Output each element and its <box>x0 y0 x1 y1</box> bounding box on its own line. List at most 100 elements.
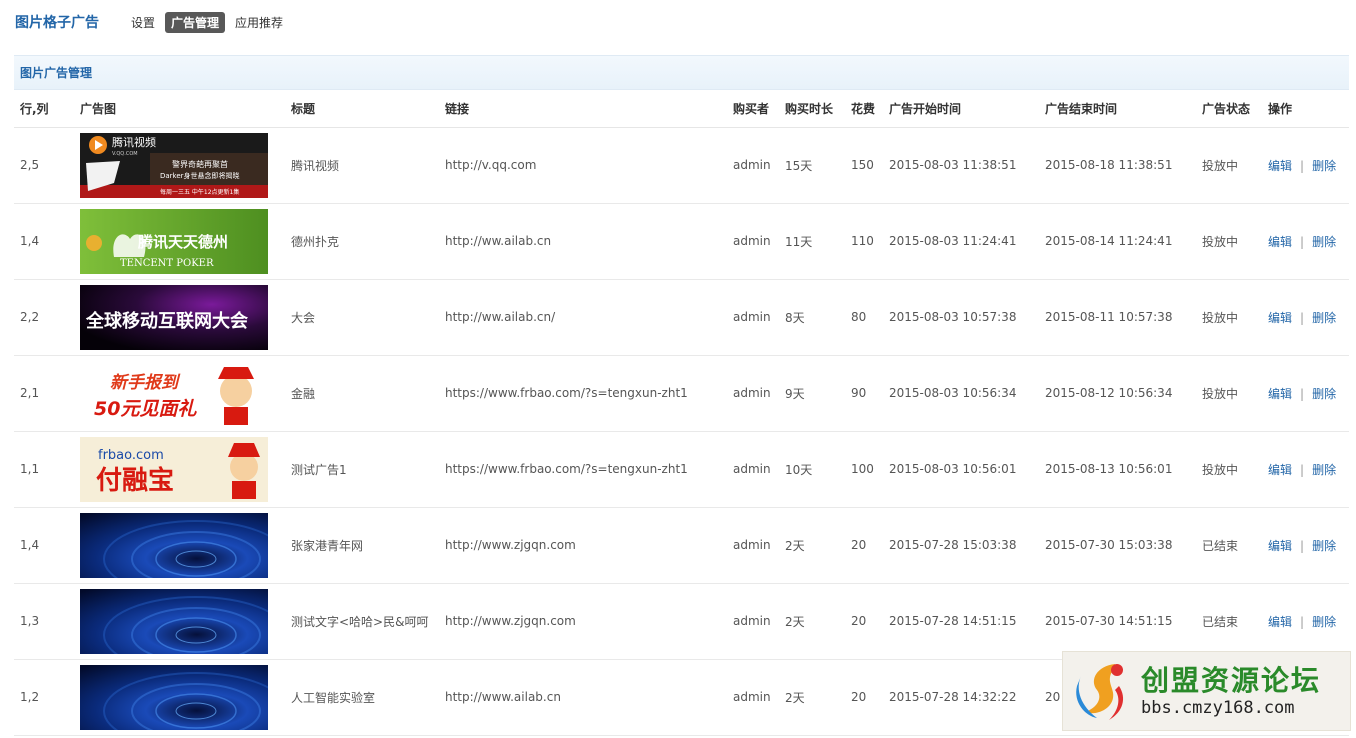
tab-app-recommend[interactable]: 应用推荐 <box>229 12 289 33</box>
op-separator: | <box>1300 386 1305 401</box>
cell-cost: 20 <box>845 583 883 660</box>
cell-start-time: 2015-08-03 11:24:41 <box>883 203 1039 280</box>
edit-link[interactable]: 编辑 <box>1268 539 1292 553</box>
cell-image <box>74 583 285 660</box>
edit-link[interactable]: 编辑 <box>1268 387 1292 401</box>
col-header-status: 广告状态 <box>1196 91 1262 128</box>
cell-duration: 11天 <box>779 203 845 280</box>
cell-end-time: 2015-07-30 14:51:15 <box>1039 583 1196 660</box>
thumb-text: Darker身世悬念即将揭晓 <box>160 171 240 180</box>
delete-link[interactable]: 删除 <box>1312 387 1336 401</box>
delete-link[interactable]: 删除 <box>1312 615 1336 629</box>
table-row: 2,1 新手报到 50元见面礼 金融 https://www.frbao.com… <box>14 355 1349 432</box>
op-separator: | <box>1300 614 1305 629</box>
delete-link[interactable]: 删除 <box>1312 159 1336 173</box>
cell-buyer: admin <box>727 279 779 356</box>
edit-link[interactable]: 编辑 <box>1268 311 1292 325</box>
cell-actions: 编辑 | 删除 <box>1262 431 1349 508</box>
cell-title: 德州扑克 <box>285 203 439 280</box>
table-row: 1,4 张家港青年网 http://www.zjgqn.com admin 2天… <box>14 507 1349 584</box>
cell-duration: 8天 <box>779 279 845 356</box>
cell-duration: 15天 <box>779 127 845 204</box>
table-header-row: 行,列 广告图 标题 链接 购买者 购买时长 花费 广告开始时间 广告结束时间 … <box>14 91 1349 128</box>
watermark-url: bbs.cmzy168.com <box>1141 698 1295 718</box>
cell-status: 投放中 <box>1196 127 1262 204</box>
cell-buyer: admin <box>727 583 779 660</box>
edit-link[interactable]: 编辑 <box>1268 159 1292 173</box>
cell-cost: 100 <box>845 431 883 508</box>
edit-link[interactable]: 编辑 <box>1268 235 1292 249</box>
section-title: 图片广告管理 <box>20 66 93 80</box>
cell-link: http://www.zjgqn.com <box>439 583 727 660</box>
cell-actions: 编辑 | 删除 <box>1262 127 1349 204</box>
cell-link: http://ww.ailab.cn/ <box>439 279 727 356</box>
col-header-buyer: 购买者 <box>727 91 779 128</box>
delete-link[interactable]: 删除 <box>1312 539 1336 553</box>
cell-image: 腾讯天天德州 TENCENT POKER <box>74 203 285 280</box>
op-separator: | <box>1300 538 1305 553</box>
thumb-text: 付融宝 <box>96 465 174 496</box>
thumb-text: V.QQ.COM <box>112 151 138 157</box>
delete-link[interactable]: 删除 <box>1312 311 1336 325</box>
watermark-banner: 创盟资源论坛 bbs.cmzy168.com <box>1062 651 1351 731</box>
cell-cost: 80 <box>845 279 883 356</box>
cell-status: 投放中 <box>1196 203 1262 280</box>
top-nav: 图片格子广告 设置 广告管理 应用推荐 <box>15 11 293 33</box>
watermark-title: 创盟资源论坛 <box>1141 664 1322 697</box>
cell-actions: 编辑 | 删除 <box>1262 279 1349 356</box>
col-header-cost: 花费 <box>845 91 883 128</box>
cell-status: 投放中 <box>1196 355 1262 432</box>
thumb-text: TENCENT POKER <box>120 258 214 269</box>
col-header-end-time: 广告结束时间 <box>1039 91 1196 128</box>
app-root: 图片格子广告 设置 广告管理 应用推荐 图片广告管理 行,列 广告图 标题 链接… <box>0 0 1356 738</box>
cell-start-time: 2015-08-03 10:57:38 <box>883 279 1039 356</box>
cell-position: 2,5 <box>14 127 74 204</box>
cell-actions: 编辑 | 删除 <box>1262 507 1349 584</box>
edit-link[interactable]: 编辑 <box>1268 463 1292 477</box>
cell-duration: 9天 <box>779 355 845 432</box>
tab-ad-management[interactable]: 广告管理 <box>165 11 226 33</box>
cell-duration: 2天 <box>779 583 845 660</box>
cell-title: 测试广告1 <box>285 431 439 508</box>
op-separator: | <box>1300 158 1305 173</box>
ad-thumbnail: frbao.com 付融宝 <box>80 436 268 502</box>
op-separator: | <box>1300 310 1305 325</box>
cell-end-time: 2015-08-18 11:38:51 <box>1039 127 1196 204</box>
cell-end-time: 2015-08-13 10:56:01 <box>1039 431 1196 508</box>
col-header-actions: 操作 <box>1262 91 1349 128</box>
cell-end-time: 2015-08-11 10:57:38 <box>1039 279 1196 356</box>
cell-position: 2,1 <box>14 355 74 432</box>
ad-thumbnail <box>80 664 268 730</box>
cell-buyer: admin <box>727 659 779 736</box>
delete-link[interactable]: 删除 <box>1312 235 1336 249</box>
edit-link[interactable]: 编辑 <box>1268 615 1292 629</box>
cell-start-time: 2015-07-28 14:32:22 <box>883 659 1039 736</box>
col-header-link: 链接 <box>439 91 727 128</box>
cell-position: 1,2 <box>14 659 74 736</box>
cell-position: 1,4 <box>14 203 74 280</box>
table-row: 1,1 frbao.com 付融宝 测试广告1 https://www.frba… <box>14 431 1349 508</box>
cell-duration: 2天 <box>779 507 845 584</box>
cell-start-time: 2015-08-03 11:38:51 <box>883 127 1039 204</box>
cell-buyer: admin <box>727 507 779 584</box>
thumb-text: 警界奇葩再聚首 <box>172 159 228 169</box>
op-separator: | <box>1300 234 1305 249</box>
cell-status: 投放中 <box>1196 431 1262 508</box>
cell-position: 2,2 <box>14 279 74 356</box>
cell-position: 1,4 <box>14 507 74 584</box>
cell-link: http://ww.ailab.cn <box>439 203 727 280</box>
op-separator: | <box>1300 462 1305 477</box>
table-row: 2,5 腾讯视频 V.QQ.COM 警界奇葩再聚首 Darker身世悬念即将揭晓… <box>14 127 1349 204</box>
thumb-text: 腾讯天天德州 <box>137 233 228 251</box>
cell-actions: 编辑 | 删除 <box>1262 583 1349 660</box>
cell-title: 人工智能实验室 <box>285 659 439 736</box>
table-row: 1,4 腾讯天天德州 TENCENT POKER 德州扑克 http://ww.… <box>14 203 1349 280</box>
tab-settings[interactable]: 设置 <box>125 12 161 33</box>
cell-buyer: admin <box>727 203 779 280</box>
delete-link[interactable]: 删除 <box>1312 463 1336 477</box>
cell-cost: 110 <box>845 203 883 280</box>
table-row: 2,2 全球移动互联网大会 大会 http://ww.ailab.cn/ adm… <box>14 279 1349 356</box>
thumb-text: 每周一三五 中午12点更新1集 <box>160 188 239 196</box>
cell-image <box>74 507 285 584</box>
cell-actions: 编辑 | 删除 <box>1262 355 1349 432</box>
